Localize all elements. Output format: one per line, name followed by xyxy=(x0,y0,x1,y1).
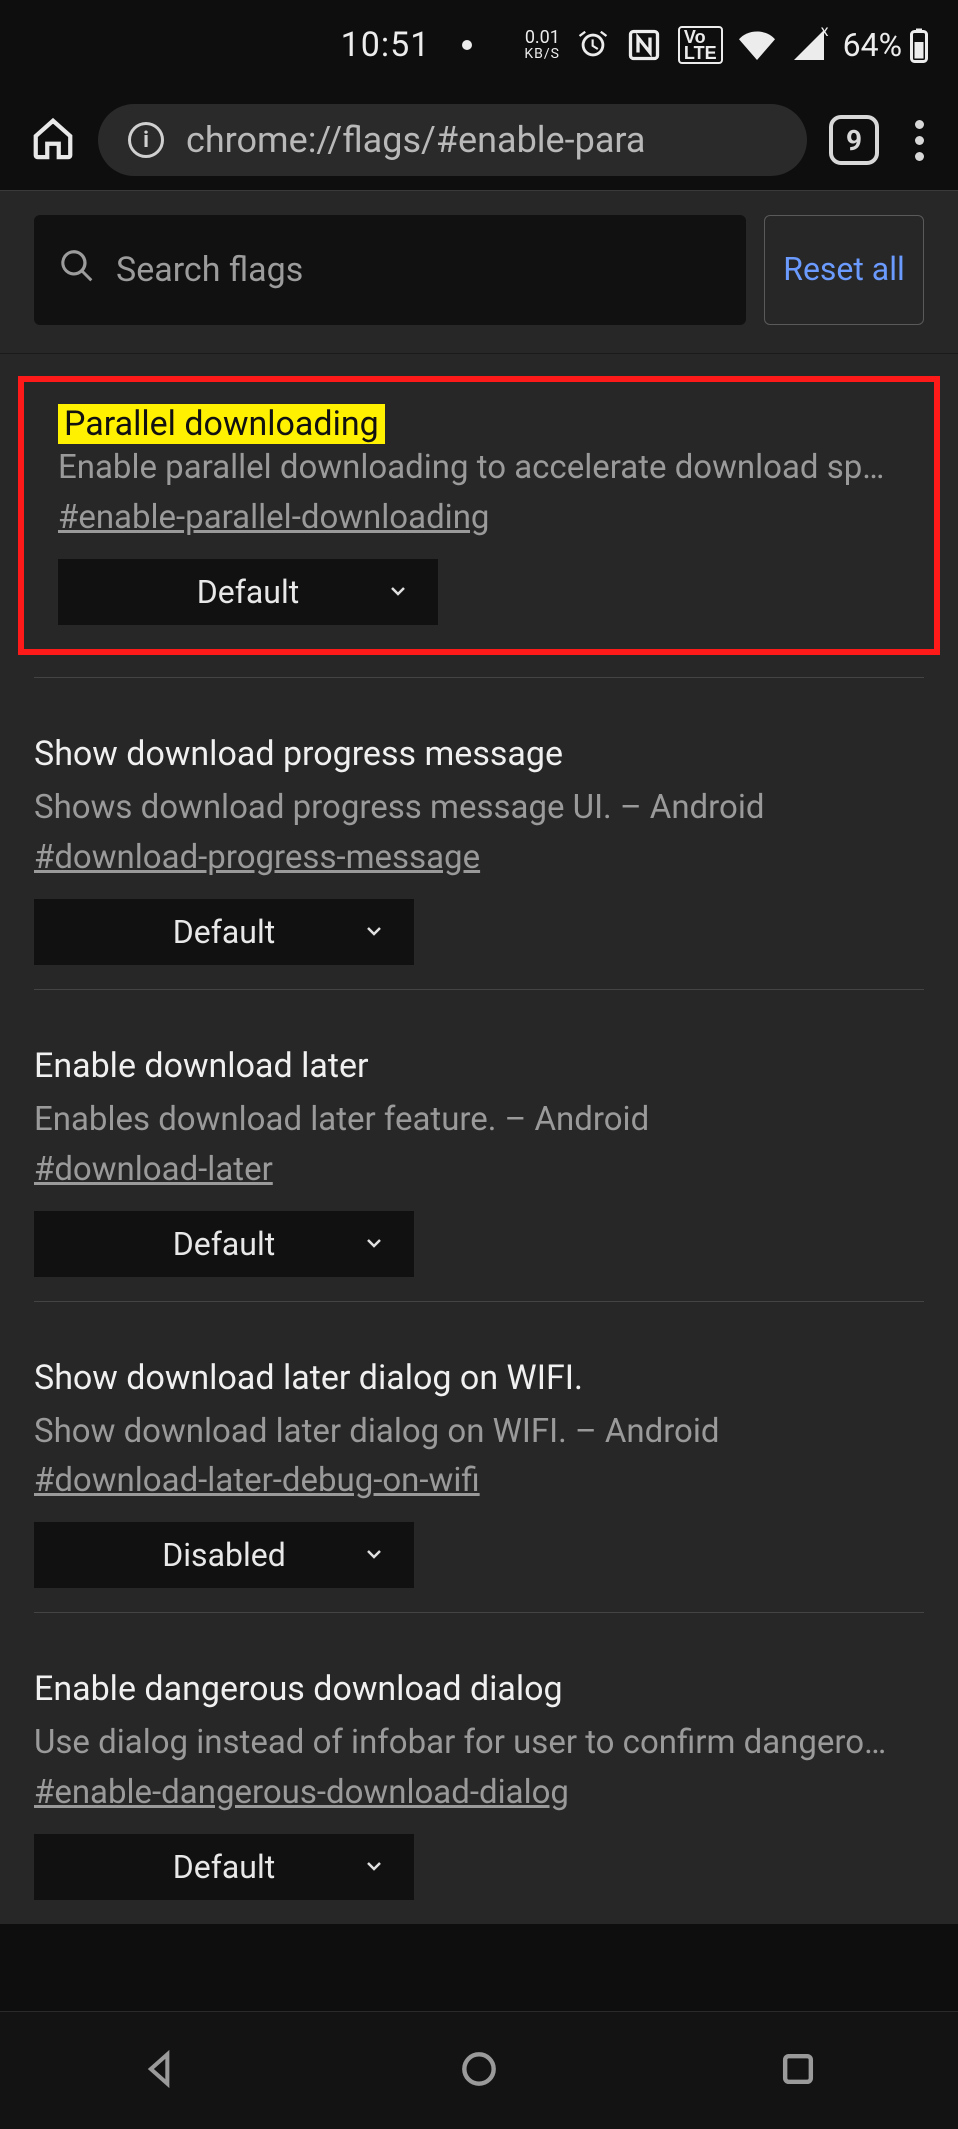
flag-dropdown-value: Default xyxy=(173,1848,275,1886)
back-button[interactable] xyxy=(138,2047,182,2095)
flag-description: Enables download later feature. – Androi… xyxy=(34,1096,924,1144)
chevron-down-icon xyxy=(362,1848,386,1886)
highlighted-flag-box: Parallel downloading Enable parallel dow… xyxy=(18,376,940,655)
browser-toolbar: i chrome://flags/#enable-para 9 xyxy=(0,90,958,190)
flag-description: Show download later dialog on WIFI. – An… xyxy=(34,1408,924,1456)
flag-description: Shows download progress message UI. – An… xyxy=(34,784,924,832)
search-icon xyxy=(58,247,96,294)
flag-hash-link[interactable]: #download-progress-message xyxy=(34,838,480,877)
chevron-down-icon xyxy=(362,913,386,951)
flag-dropdown[interactable]: Default xyxy=(34,899,414,965)
search-input[interactable]: Search flags xyxy=(34,215,746,325)
flag-dropdown-value: Default xyxy=(173,913,275,951)
flag-entry: Enable download later Enables download l… xyxy=(0,990,958,1301)
flag-hash-link[interactable]: #download-later-debug-on-wifi xyxy=(34,1461,480,1500)
flag-dropdown-value: Default xyxy=(197,573,299,611)
flag-hash-link[interactable]: #enable-parallel-downloading xyxy=(58,498,489,537)
reset-all-button[interactable]: Reset all xyxy=(764,215,924,325)
chevron-down-icon xyxy=(362,1536,386,1574)
url-bar[interactable]: i chrome://flags/#enable-para xyxy=(98,104,807,176)
flag-dropdown-value: Default xyxy=(173,1225,275,1263)
flags-page: Search flags Reset all Parallel download… xyxy=(0,190,958,1924)
dot-icon xyxy=(462,40,472,50)
chevron-down-icon xyxy=(386,573,410,611)
status-bar: 10:51 0.01KB/S Vo LTE x 64% xyxy=(0,0,958,90)
search-row: Search flags Reset all xyxy=(0,191,958,354)
signal-icon: x xyxy=(791,27,827,63)
network-speed: 0.01KB/S xyxy=(524,29,560,61)
flag-dropdown[interactable]: Disabled xyxy=(34,1522,414,1588)
recents-button[interactable] xyxy=(776,2047,820,2095)
flag-entry: Parallel downloading Enable parallel dow… xyxy=(24,382,934,649)
flag-description: Use dialog instead of infobar for user t… xyxy=(34,1719,924,1767)
flag-dropdown-value: Disabled xyxy=(162,1536,285,1574)
site-info-icon[interactable]: i xyxy=(128,122,164,158)
tab-switcher-button[interactable]: 9 xyxy=(829,115,879,165)
flag-entry: Show download progress message Shows dow… xyxy=(0,678,958,989)
alarm-icon xyxy=(576,28,610,62)
flag-title: Show download progress message xyxy=(34,734,924,774)
search-placeholder: Search flags xyxy=(116,250,303,290)
home-button[interactable] xyxy=(30,115,76,165)
flag-title: Enable download later xyxy=(34,1046,924,1086)
flag-dropdown[interactable]: Default xyxy=(34,1211,414,1277)
home-nav-button[interactable] xyxy=(457,2047,501,2095)
battery-indicator: 64% xyxy=(843,26,930,64)
nfc-icon xyxy=(626,27,662,63)
status-time: 10:51 xyxy=(341,25,431,65)
flag-title: Enable dangerous download dialog xyxy=(34,1669,924,1709)
url-text: chrome://flags/#enable-para xyxy=(186,119,645,161)
flag-hash-link[interactable]: #enable-dangerous-download-dialog xyxy=(34,1773,569,1812)
flag-title: Show download later dialog on WIFI. xyxy=(34,1358,924,1398)
flag-entry: Enable dangerous download dialog Use dia… xyxy=(0,1613,958,1924)
flag-dropdown[interactable]: Default xyxy=(34,1834,414,1900)
system-nav-bar xyxy=(0,2011,958,2129)
overflow-menu-button[interactable] xyxy=(901,114,938,167)
flag-dropdown[interactable]: Default xyxy=(58,559,438,625)
volte-icon: Vo LTE xyxy=(678,26,723,64)
chevron-down-icon xyxy=(362,1225,386,1263)
wifi-icon xyxy=(739,27,775,63)
flag-title: Parallel downloading xyxy=(58,404,385,444)
flag-entry: Show download later dialog on WIFI. Show… xyxy=(0,1302,958,1613)
flag-hash-link[interactable]: #download-later xyxy=(34,1150,273,1189)
flag-description: Enable parallel downloading to accelerat… xyxy=(58,444,900,492)
